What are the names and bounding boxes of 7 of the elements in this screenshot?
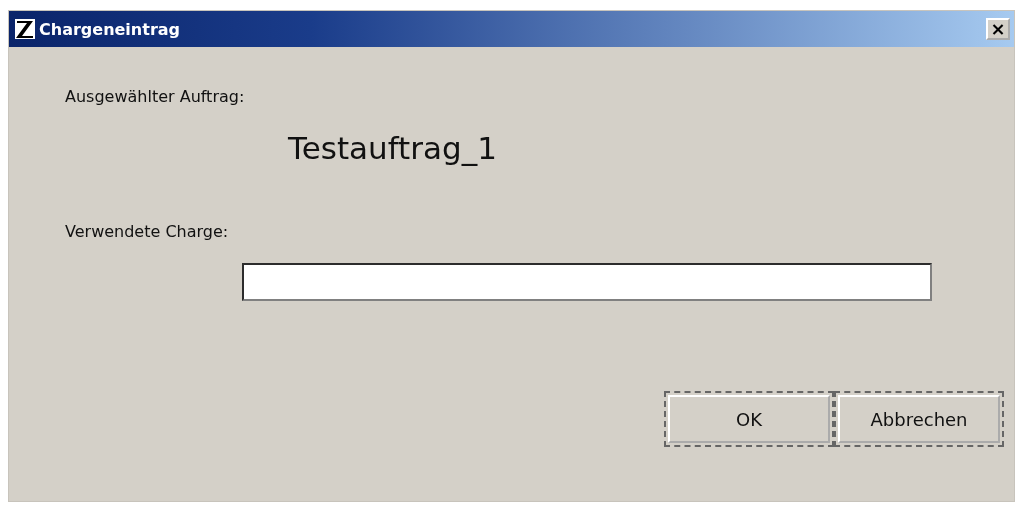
window-title: Chargeneintrag <box>39 19 182 39</box>
letter-logo-icon <box>15 19 35 39</box>
order-value: Testauftrag_1 <box>288 130 497 166</box>
charge-label: Verwendete Charge: <box>65 222 229 241</box>
input-field[interactable] <box>242 263 932 301</box>
close-button[interactable]: × <box>986 18 1010 40</box>
order-label: Ausgewählter Auftrag: <box>65 87 245 106</box>
